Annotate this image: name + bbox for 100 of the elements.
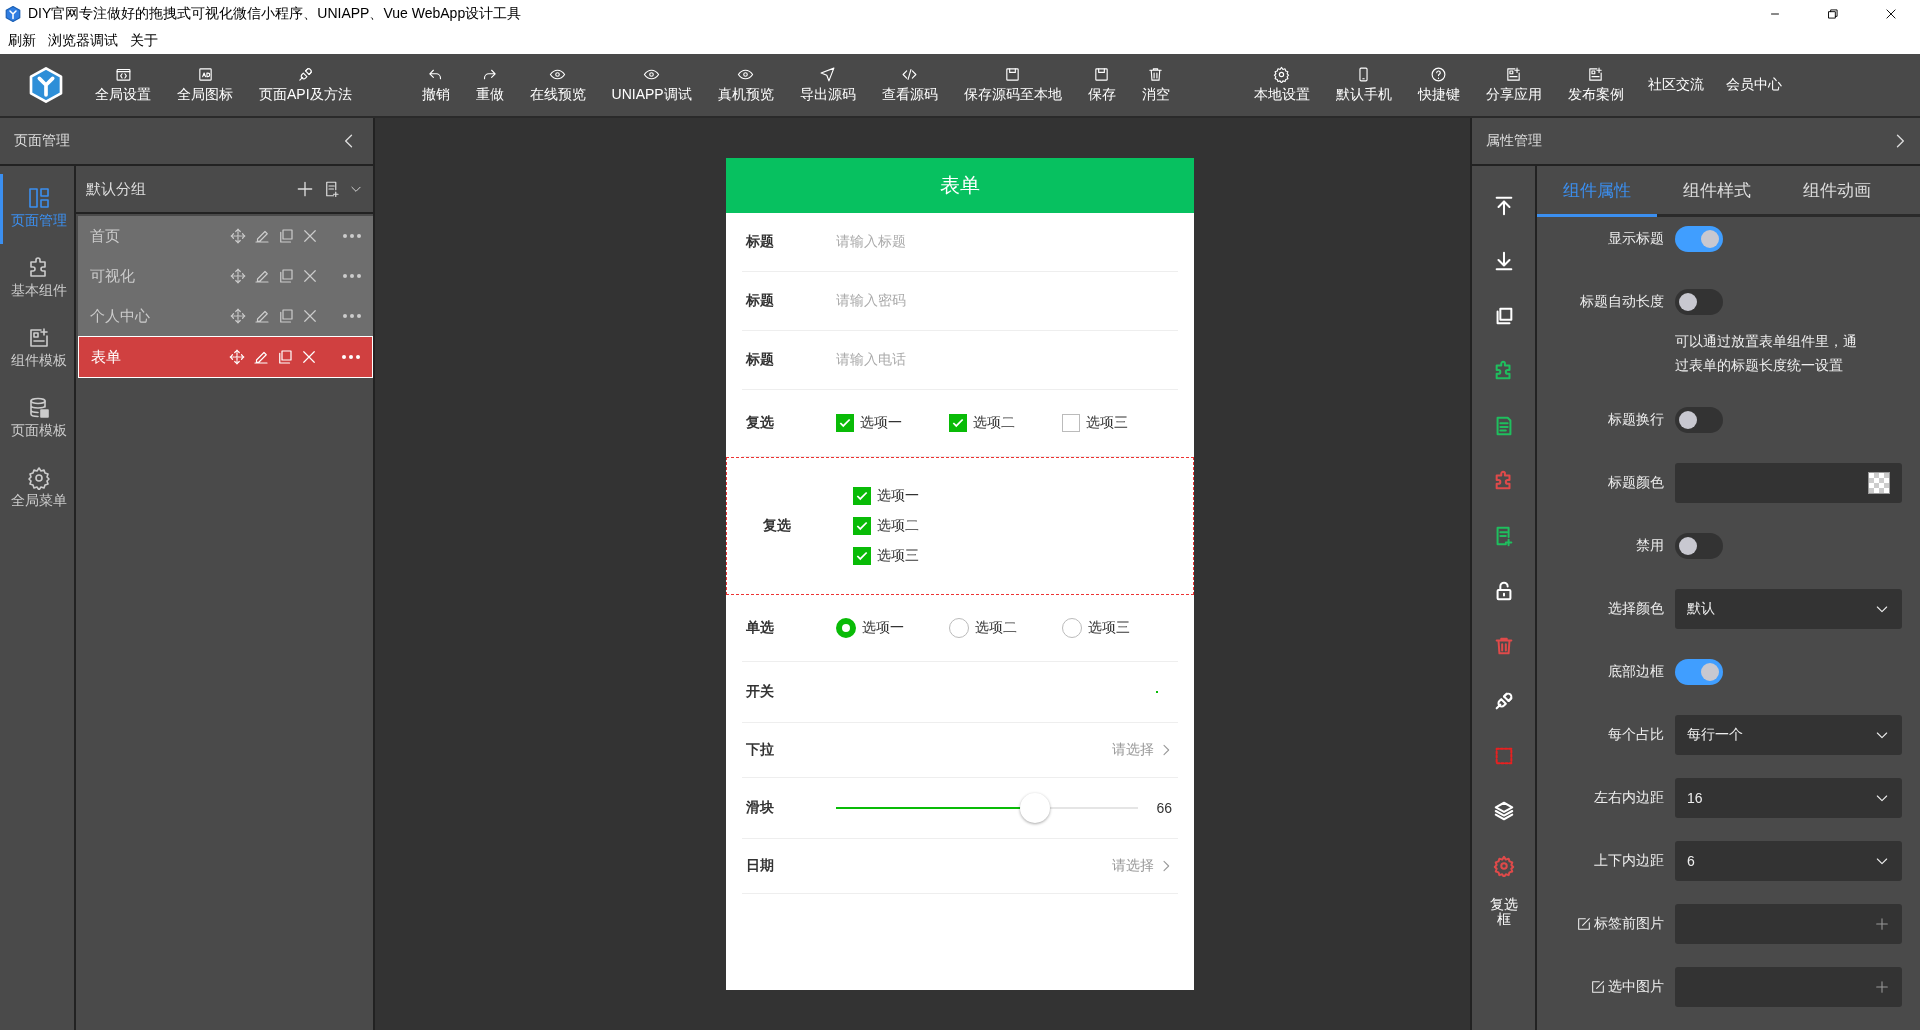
toolbar-link[interactable]: 会员中心 [1714, 76, 1793, 94]
toolbar-button[interactable]: 本地设置 [1240, 60, 1323, 110]
copy-button[interactable] [276, 348, 294, 366]
sidebar-tab[interactable]: 页面模板 [0, 384, 74, 454]
property-label: 左右内边距 [1594, 789, 1664, 807]
property-label: 禁用 [1636, 537, 1664, 555]
toolbar-button[interactable]: 全局图标 [164, 60, 246, 110]
toolbar-button[interactable]: 页面API及方法 [246, 60, 365, 110]
copy-button[interactable] [277, 227, 295, 245]
move-button[interactable] [229, 307, 247, 325]
select-field[interactable]: 默认 [1675, 589, 1902, 629]
menu-item[interactable]: 刷新 [4, 32, 44, 50]
select-field[interactable]: 每行一个 [1675, 715, 1902, 755]
move-icon [229, 267, 247, 285]
delete-icon [301, 267, 319, 285]
menu-item[interactable]: 关于 [126, 32, 166, 50]
page-item[interactable]: 表单 [78, 336, 373, 378]
tab[interactable]: 组件样式 [1657, 166, 1777, 217]
restore-icon [1826, 7, 1840, 21]
color-swatch[interactable] [1868, 472, 1890, 494]
image-plus-icon [1505, 66, 1523, 83]
delete-button[interactable] [301, 307, 319, 325]
delete-button[interactable] [301, 227, 319, 245]
toolbar-button[interactable]: 导出源码 [786, 60, 869, 110]
delete-button[interactable] [300, 348, 318, 366]
property-label: 标题自动长度 [1580, 293, 1664, 311]
option-label: 选项二 [973, 414, 1015, 432]
toolbar-link[interactable]: 社区交流 [1636, 76, 1715, 94]
property-label: 标签前图片 [1594, 915, 1664, 933]
toolbar-button[interactable]: 真机预览 [704, 60, 787, 110]
image-icon [196, 66, 214, 83]
more-button[interactable] [343, 274, 361, 278]
image-field[interactable] [1675, 967, 1902, 1007]
checkbox[interactable] [853, 517, 871, 535]
toolbar-button[interactable]: UNIAPP调试 [598, 60, 705, 110]
property-label: 选中图片 [1608, 978, 1664, 996]
toolbar-button[interactable]: 默认手机 [1322, 60, 1405, 110]
toggle-switch[interactable] [1675, 533, 1723, 559]
checkbox[interactable] [853, 547, 871, 565]
check-icon [855, 549, 869, 563]
slider-thumb[interactable] [1020, 793, 1051, 823]
checkbox[interactable] [853, 487, 871, 505]
toggle-switch[interactable] [1675, 226, 1723, 252]
toolbar-button[interactable]: 发布案例 [1554, 60, 1637, 110]
more-button[interactable] [342, 355, 360, 359]
field-label: 下拉 [745, 741, 775, 759]
toolbar-button[interactable]: 全局设置 [82, 60, 164, 110]
more-icon [343, 274, 361, 278]
checkbox[interactable] [836, 414, 854, 432]
option-label: 选项一 [860, 414, 902, 432]
slider-value: 66 [1155, 800, 1173, 816]
more-button[interactable] [343, 234, 361, 238]
copy-icon [277, 307, 295, 325]
toolbar-button[interactable]: 分享应用 [1472, 60, 1555, 110]
settings-icon [1273, 66, 1291, 83]
option-label: 选项二 [877, 517, 919, 535]
edit-icon [1590, 979, 1606, 995]
send-icon [819, 66, 837, 83]
toggle-switch[interactable] [1675, 407, 1723, 433]
delete-button[interactable] [301, 267, 319, 285]
code-icon [114, 66, 132, 83]
property-label: 显示标题 [1608, 230, 1664, 248]
field-label: 日期 [745, 857, 775, 875]
toggle-switch[interactable] [1675, 659, 1723, 685]
sidebar-tab[interactable]: 组件模板 [0, 314, 74, 384]
toolbar-button[interactable]: 保存源码至本地 [950, 60, 1075, 110]
toolbar-button[interactable]: 重做 [462, 60, 517, 110]
select-field[interactable]: 6 [1675, 841, 1902, 881]
copy-button[interactable] [277, 267, 295, 285]
checkbox[interactable] [1062, 414, 1080, 432]
tab[interactable]: 组件动画 [1777, 166, 1897, 217]
option-label: 选项一 [862, 619, 904, 637]
add-page-button[interactable] [323, 180, 341, 198]
move-button[interactable] [229, 267, 247, 285]
page-title-bar: 表单 [726, 158, 1194, 213]
checkbox[interactable] [949, 414, 967, 432]
group-title: 默认分组 [86, 179, 147, 199]
copy-button[interactable] [277, 307, 295, 325]
field-label: 滑块 [745, 799, 775, 817]
toolbar-button[interactable]: 在线预览 [516, 60, 599, 110]
menu-item[interactable]: 浏览器调试 [44, 32, 126, 50]
image-field[interactable] [1675, 904, 1902, 944]
sidebar-tab[interactable]: 全局菜单 [0, 454, 74, 524]
copy-icon [277, 227, 295, 245]
toolbar-button[interactable]: 保存 [1074, 60, 1129, 110]
sidebar-tab[interactable]: 基本组件 [0, 244, 74, 314]
toolbar-button[interactable]: 消空 [1128, 60, 1183, 110]
toggle-switch[interactable] [1675, 289, 1723, 315]
select-field[interactable]: 16 [1675, 778, 1902, 818]
toolbar-button[interactable]: 撤销 [408, 60, 463, 110]
move-button[interactable] [229, 227, 247, 245]
toolbar-button[interactable]: 快捷键 [1404, 60, 1473, 110]
property-label: 上下内边距 [1594, 852, 1664, 870]
toolbar-button[interactable]: 查看源码 [868, 60, 951, 110]
more-button[interactable] [343, 314, 361, 318]
radio-button[interactable] [836, 618, 856, 638]
add-button[interactable] [295, 179, 315, 199]
field-label: 开关 [745, 683, 775, 701]
save-icon [1004, 66, 1022, 83]
color-field[interactable] [1675, 463, 1902, 503]
